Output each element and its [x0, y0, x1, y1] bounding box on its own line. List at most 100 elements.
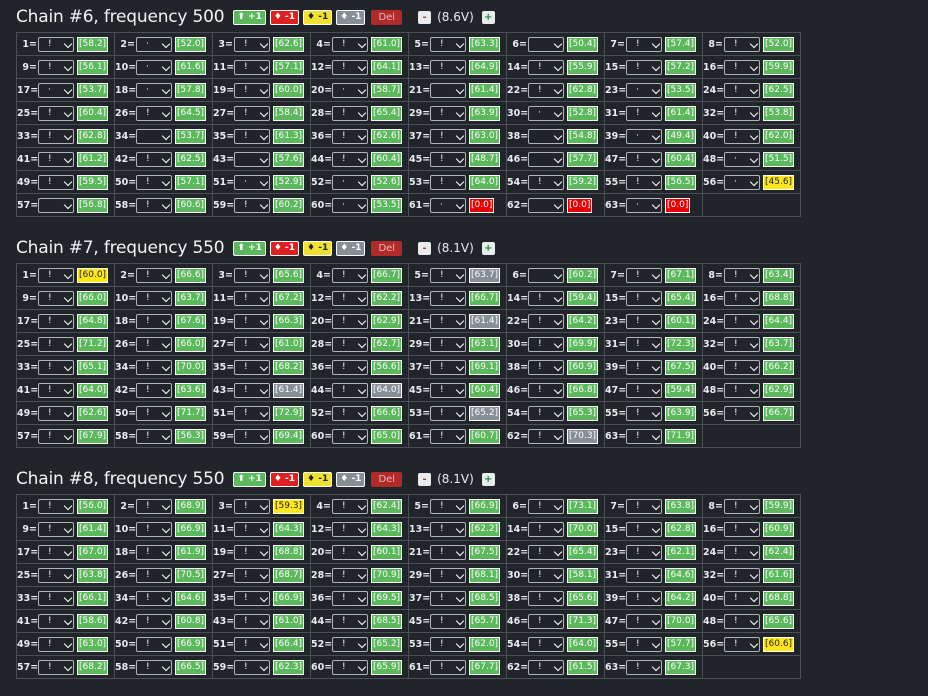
chip-select[interactable]: !	[626, 659, 662, 675]
chip-select[interactable]: !	[136, 105, 172, 121]
chip-select[interactable]: !	[430, 382, 466, 398]
chip-select[interactable]: ·	[626, 197, 662, 213]
chip-select[interactable]: !	[38, 382, 74, 398]
chip-select[interactable]: !	[430, 267, 466, 283]
chip-select[interactable]: !	[38, 636, 74, 652]
chip-select[interactable]: !	[332, 567, 368, 583]
chip-select[interactable]: !	[430, 128, 466, 144]
increase-all-button[interactable]: ⬆ +1	[233, 240, 266, 256]
chip-select[interactable]: !	[430, 613, 466, 629]
chip-select[interactable]: !	[430, 567, 466, 583]
chip-select[interactable]: !	[332, 544, 368, 560]
chip-select[interactable]: !	[724, 498, 760, 514]
chip-select[interactable]: !	[332, 128, 368, 144]
chip-select[interactable]: !	[234, 82, 270, 98]
chip-select[interactable]: !	[528, 405, 564, 421]
increase-all-button[interactable]: ⬆ +1	[233, 9, 266, 25]
chip-select[interactable]: !	[724, 613, 760, 629]
chip-select[interactable]: !	[430, 590, 466, 606]
chip-select[interactable]: !	[626, 174, 662, 190]
chip-select[interactable]: !	[724, 590, 760, 606]
chip-select[interactable]: !	[626, 313, 662, 329]
chip-select[interactable]: !	[38, 336, 74, 352]
chip-select[interactable]: !	[234, 336, 270, 352]
chip-select[interactable]: !	[136, 382, 172, 398]
chip-select[interactable]: !	[234, 59, 270, 75]
chip-select[interactable]: ·	[430, 197, 466, 213]
chip-select[interactable]: !	[38, 128, 74, 144]
chip-select[interactable]: !	[528, 659, 564, 675]
chip-select[interactable]: !	[430, 405, 466, 421]
delete-button[interactable]: Del	[371, 9, 403, 25]
chip-select[interactable]: !	[38, 567, 74, 583]
chip-select[interactable]: !	[136, 405, 172, 421]
chip-select[interactable]: !	[136, 267, 172, 283]
decrease-red-button[interactable]: ♦ -1	[269, 471, 300, 487]
chip-select[interactable]: !	[136, 197, 172, 213]
chip-select[interactable]: !	[724, 521, 760, 537]
chip-select[interactable]: !	[38, 405, 74, 421]
chip-select[interactable]: !	[38, 59, 74, 75]
chip-select[interactable]: !	[528, 59, 564, 75]
chip-select[interactable]: !	[528, 290, 564, 306]
chip-select[interactable]: !	[234, 197, 270, 213]
chip-select[interactable]: !	[430, 659, 466, 675]
chip-select[interactable]: !	[528, 382, 564, 398]
chip-select[interactable]: !	[626, 359, 662, 375]
chip-select[interactable]: !	[38, 151, 74, 167]
chip-select[interactable]	[430, 82, 466, 98]
chip-select[interactable]: ·	[136, 36, 172, 52]
chip-select[interactable]: !	[724, 567, 760, 583]
chip-select[interactable]: !	[234, 659, 270, 675]
chip-select[interactable]: !	[724, 336, 760, 352]
chip-select[interactable]: ·	[528, 105, 564, 121]
chip-select[interactable]: !	[234, 636, 270, 652]
chip-select[interactable]: !	[234, 313, 270, 329]
chip-select[interactable]: !	[724, 313, 760, 329]
chip-select[interactable]: !	[38, 290, 74, 306]
chip-select[interactable]: !	[332, 521, 368, 537]
chip-select[interactable]: !	[430, 521, 466, 537]
decrease-red-button[interactable]: ♦ -1	[269, 9, 300, 25]
chip-select[interactable]: !	[136, 567, 172, 583]
decrease-gray-button[interactable]: ♦ -1	[336, 240, 366, 256]
chip-select[interactable]: !	[234, 544, 270, 560]
chip-select[interactable]: !	[234, 613, 270, 629]
chip-select[interactable]: !	[528, 359, 564, 375]
chip-select[interactable]: !	[38, 267, 74, 283]
chip-select[interactable]: !	[430, 544, 466, 560]
chip-select[interactable]: !	[332, 428, 368, 444]
chip-select[interactable]: !	[38, 659, 74, 675]
chip-select[interactable]: !	[38, 613, 74, 629]
chip-select[interactable]: !	[136, 290, 172, 306]
chip-select[interactable]: ·	[332, 174, 368, 190]
chip-select[interactable]: !	[626, 382, 662, 398]
chip-select[interactable]: !	[234, 105, 270, 121]
chip-select[interactable]: !	[430, 313, 466, 329]
chip-select[interactable]: !	[626, 613, 662, 629]
chip-select[interactable]: !	[234, 290, 270, 306]
chip-select[interactable]: !	[528, 521, 564, 537]
decrease-yellow-button[interactable]: ♦ -1	[303, 471, 333, 487]
chip-select[interactable]: !	[38, 313, 74, 329]
decrease-gray-button[interactable]: ♦ -1	[336, 471, 366, 487]
chip-select[interactable]	[528, 197, 564, 213]
chip-select[interactable]: !	[528, 636, 564, 652]
chip-select[interactable]: !	[234, 36, 270, 52]
chip-select[interactable]: !	[332, 313, 368, 329]
chip-select[interactable]: ·	[626, 128, 662, 144]
chip-select[interactable]	[136, 128, 172, 144]
chip-select[interactable]: ·	[724, 151, 760, 167]
chip-select[interactable]: !	[136, 498, 172, 514]
chip-select[interactable]: !	[626, 290, 662, 306]
chip-select[interactable]: !	[234, 567, 270, 583]
chip-select[interactable]: ·	[332, 197, 368, 213]
chip-select[interactable]: !	[136, 336, 172, 352]
chip-select[interactable]: !	[234, 428, 270, 444]
decrease-yellow-button[interactable]: ♦ -1	[303, 9, 333, 25]
decrease-yellow-button[interactable]: ♦ -1	[303, 240, 333, 256]
chip-select[interactable]: !	[136, 659, 172, 675]
chip-select[interactable]: !	[430, 105, 466, 121]
chip-select[interactable]: !	[332, 590, 368, 606]
chip-select[interactable]: !	[724, 82, 760, 98]
